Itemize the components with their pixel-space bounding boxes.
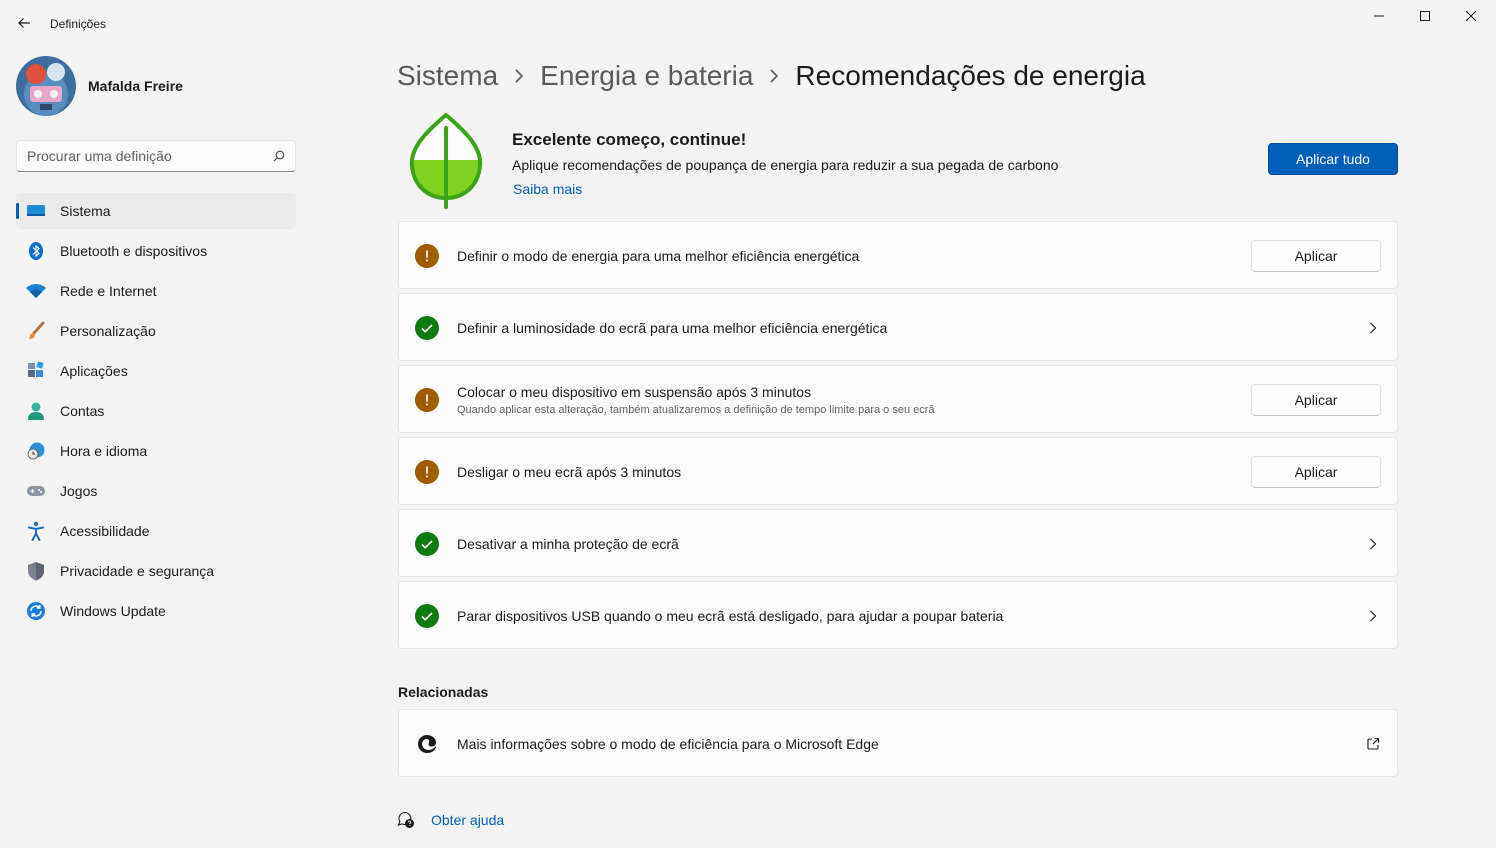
sidebar-item-privacidade[interactable]: Privacidade e segurança (16, 553, 296, 589)
shield-icon (26, 561, 46, 581)
recommendation-title: Definir o modo de energia para uma melho… (457, 248, 860, 264)
sidebar-item-windows-update[interactable]: Windows Update (16, 593, 296, 629)
recommendation-title: Definir a luminosidade do ecrã para uma … (457, 320, 888, 336)
person-icon (26, 401, 46, 421)
update-icon (26, 601, 46, 621)
sidebar-item-acessibilidade[interactable]: Acessibilidade (16, 513, 296, 549)
sidebar-item-label: Windows Update (60, 603, 166, 619)
recommendation-card-brightness[interactable]: Definir a luminosidade do ecrã para uma … (398, 293, 1398, 361)
chevron-right-icon (1365, 608, 1381, 624)
recommendation-card-usb[interactable]: Parar dispositivos USB quando o meu ecrã… (398, 581, 1398, 649)
related-heading: Relacionadas (398, 684, 489, 700)
search-icon (273, 150, 285, 162)
accessibility-icon (26, 521, 46, 541)
close-button[interactable] (1448, 0, 1494, 32)
gamepad-icon (26, 481, 46, 501)
sidebar-item-label: Acessibilidade (60, 523, 150, 539)
checkmark-icon (415, 316, 439, 340)
sidebar-item-contas[interactable]: Contas (16, 393, 296, 429)
avatar (16, 56, 76, 116)
recommendation-subtitle: Quando aplicar esta alteração, também at… (457, 404, 935, 416)
checkmark-icon (415, 604, 439, 628)
sidebar-item-rede[interactable]: Rede e Internet (16, 273, 296, 309)
recommendation-card-power-mode: Definir o modo de energia para uma melho… (398, 221, 1398, 289)
edge-icon (418, 735, 436, 753)
close-icon (1466, 11, 1476, 21)
sidebar-item-hora[interactable]: Hora e idioma (16, 433, 296, 469)
page-title: Recomendações de energia (795, 60, 1146, 91)
chevron-right-icon (1365, 320, 1381, 336)
wifi-icon (26, 281, 46, 301)
related-link-edge-efficiency[interactable]: Mais informações sobre o modo de eficiên… (398, 709, 1398, 777)
sidebar-item-label: Aplicações (60, 363, 128, 379)
related-link-title: Mais informações sobre o modo de eficiên… (457, 736, 879, 752)
bluetooth-icon (26, 241, 46, 261)
sidebar-item-label: Contas (60, 403, 105, 419)
apply-all-button[interactable]: Aplicar tudo (1268, 143, 1398, 175)
leaf-icon (409, 112, 483, 209)
app-title: Definições (50, 17, 107, 31)
external-link-icon (1367, 737, 1380, 750)
get-help-link[interactable]: Obter ajuda (397, 811, 504, 829)
recommendation-title: Colocar o meu dispositivo em suspensão a… (457, 384, 812, 400)
warning-icon (415, 460, 439, 484)
warning-icon (415, 244, 439, 268)
apply-button[interactable]: Aplicar (1251, 456, 1381, 488)
paintbrush-icon (26, 321, 46, 341)
sidebar-item-label: Privacidade e segurança (60, 563, 215, 579)
hero-title: Excelente começo, continue! (512, 130, 747, 149)
recommendation-card-screen-off: Desligar o meu ecrã após 3 minutos Aplic… (398, 437, 1398, 505)
monitor-icon (26, 201, 46, 221)
recommendation-title: Desativar a minha proteção de ecrã (457, 536, 679, 552)
chevron-right-icon (1365, 536, 1381, 552)
maximize-icon (1420, 11, 1430, 21)
search-input[interactable]: Procurar uma definição (16, 140, 296, 172)
minimize-button[interactable] (1356, 0, 1402, 32)
back-button[interactable] (10, 10, 38, 36)
sidebar-item-jogos[interactable]: Jogos (16, 473, 296, 509)
title-bar: Definições (0, 0, 1496, 46)
checkmark-icon (415, 532, 439, 556)
sidebar-item-label: Rede e Internet (60, 283, 157, 299)
recommendation-title: Desligar o meu ecrã após 3 minutos (457, 464, 682, 480)
recommendation-title: Parar dispositivos USB quando o meu ecrã… (457, 608, 1004, 624)
sidebar-item-aplicacoes[interactable]: Aplicações (16, 353, 296, 389)
apply-button[interactable]: Aplicar (1251, 240, 1381, 272)
apps-icon (26, 361, 46, 381)
apply-button[interactable]: Aplicar (1251, 384, 1381, 416)
energy-summary-header: Excelente começo, continue! Aplique reco… (398, 108, 1398, 212)
breadcrumb: Sistema Energia e bateria Recomendações … (397, 56, 1146, 96)
user-profile[interactable]: Mafalda Freire (16, 56, 183, 116)
help-chat-icon (397, 811, 414, 828)
sidebar-item-label: Hora e idioma (60, 443, 148, 459)
globe-clock-icon (26, 441, 46, 461)
breadcrumb-item-sistema[interactable]: Sistema (397, 60, 498, 92)
sidebar-item-label: Personalização (60, 323, 156, 339)
warning-icon (415, 388, 439, 412)
arrow-left-icon (18, 18, 30, 28)
sidebar-item-label: Bluetooth e dispositivos (60, 243, 208, 259)
recommendation-card-sleep: Colocar o meu dispositivo em suspensão a… (398, 365, 1398, 433)
chevron-right-icon (769, 69, 779, 83)
breadcrumb-item-energia[interactable]: Energia e bateria (540, 60, 753, 92)
search-placeholder: Procurar uma definição (27, 148, 172, 164)
recommendation-card-screensaver[interactable]: Desativar a minha proteção de ecrã (398, 509, 1398, 577)
profile-name: Mafalda Freire (88, 78, 183, 94)
sidebar-nav: Sistema Bluetooth e dispositivos Rede e … (16, 193, 296, 633)
learn-more-link[interactable]: Saiba mais (513, 181, 582, 197)
get-help-label: Obter ajuda (431, 812, 505, 828)
sidebar-item-sistema[interactable]: Sistema (16, 193, 296, 229)
sidebar-item-label: Sistema (60, 203, 111, 219)
minimize-icon (1374, 15, 1384, 17)
sidebar-item-personalizacao[interactable]: Personalização (16, 313, 296, 349)
sidebar-item-label: Jogos (60, 483, 98, 499)
maximize-button[interactable] (1402, 0, 1448, 32)
chevron-right-icon (514, 69, 524, 83)
hero-description: Aplique recomendações de poupança de ene… (512, 157, 1059, 173)
sidebar-item-bluetooth[interactable]: Bluetooth e dispositivos (16, 233, 296, 269)
